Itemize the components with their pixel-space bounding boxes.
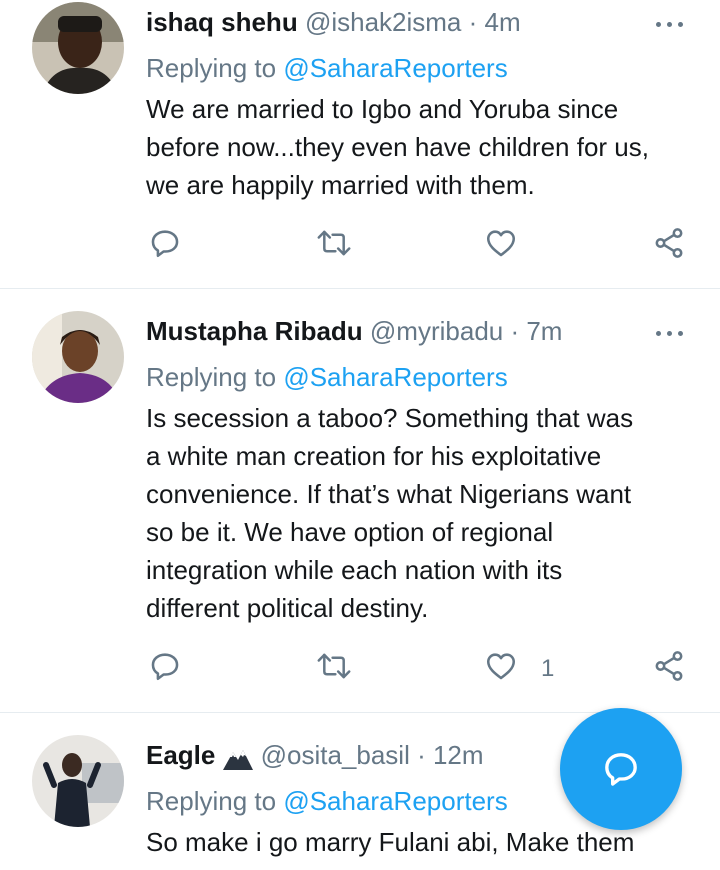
author-handle[interactable]: @myribadu [370, 316, 503, 346]
tweet-text-line: a white man creation for his exploitativ… [146, 441, 602, 471]
compose-reply-icon [605, 753, 637, 786]
reply-handle-link[interactable]: @SaharaReporters [283, 362, 507, 392]
tweet-text-line: so be it. We have option of regional [146, 517, 554, 547]
like-count: 1 [541, 655, 555, 682]
retweet-icon[interactable] [316, 226, 352, 266]
separator: · [461, 7, 485, 37]
tweet-text-line: convenience. If that’s what Nigerians wa… [146, 479, 632, 509]
replying-to-label: Replying to [146, 786, 284, 816]
share-icon[interactable] [652, 226, 686, 266]
avatar[interactable] [32, 735, 124, 827]
author-name[interactable]: Mustapha Ribadu [146, 316, 363, 346]
timestamp[interactable]: 12m [433, 740, 484, 770]
like-icon[interactable] [484, 226, 518, 266]
replying-to: Replying to @SaharaReporters [146, 51, 508, 85]
separator: · [409, 740, 433, 770]
tweet-text-line: Is secession a taboo? Something that was [146, 403, 634, 433]
tweet-text-line: different political destiny. [146, 593, 429, 623]
tweet-text-line: We are married to Igbo and Yoruba since [146, 94, 619, 124]
timestamp[interactable]: 7m [526, 316, 562, 346]
reply-icon[interactable] [148, 649, 182, 689]
more-icon[interactable] [652, 323, 688, 343]
author-handle[interactable]: @ishak2isma [305, 7, 461, 37]
tweet-text-line: before now...they even have children for… [146, 132, 649, 162]
replying-to: Replying to @SaharaReporters [146, 784, 508, 818]
replying-to: Replying to @SaharaReporters [146, 360, 508, 394]
reply-icon[interactable] [148, 226, 182, 266]
reply-handle-link[interactable]: @SaharaReporters [283, 53, 507, 83]
separator: · [503, 316, 527, 346]
tweet-actions: 1 [0, 649, 720, 689]
like-icon[interactable] [484, 649, 518, 689]
timestamp[interactable]: 4m [485, 7, 521, 37]
tweet-header: Mustapha Ribadu @myribadu · 7m [146, 314, 562, 348]
tweet-header: ishaq shehu @ishak2isma · 4m [146, 5, 521, 39]
tweet-actions [0, 226, 720, 266]
avatar[interactable] [32, 311, 124, 403]
tweet-1[interactable]: ishaq shehu @ishak2isma · 4m Replying to… [0, 0, 720, 288]
author-handle[interactable]: @osita_basil [261, 740, 410, 770]
share-icon[interactable] [652, 649, 686, 689]
tweet-text-line: we are happily married with them. [146, 170, 535, 200]
compose-reply-button[interactable] [560, 708, 682, 830]
more-icon[interactable] [652, 14, 688, 34]
tweet-2[interactable]: Mustapha Ribadu @myribadu · 7m Replying … [0, 289, 720, 712]
author-name[interactable]: Eagle [146, 740, 215, 770]
reply-handle-link[interactable]: @SaharaReporters [283, 786, 507, 816]
author-name[interactable]: ishaq shehu [146, 7, 298, 37]
tweet-text-line: integration while each nation with its [146, 555, 563, 585]
tweet-text: We are married to Igbo and Yoruba since … [146, 90, 691, 204]
avatar[interactable] [32, 2, 124, 94]
mountain-emoji [222, 744, 253, 771]
replying-to-label: Replying to [146, 362, 284, 392]
tweet-header: Eagle @osita_basil · 12m [146, 738, 484, 772]
tweet-text: Is secession a taboo? Something that was… [146, 399, 691, 627]
replying-to-label: Replying to [146, 53, 284, 83]
retweet-icon[interactable] [316, 649, 352, 689]
